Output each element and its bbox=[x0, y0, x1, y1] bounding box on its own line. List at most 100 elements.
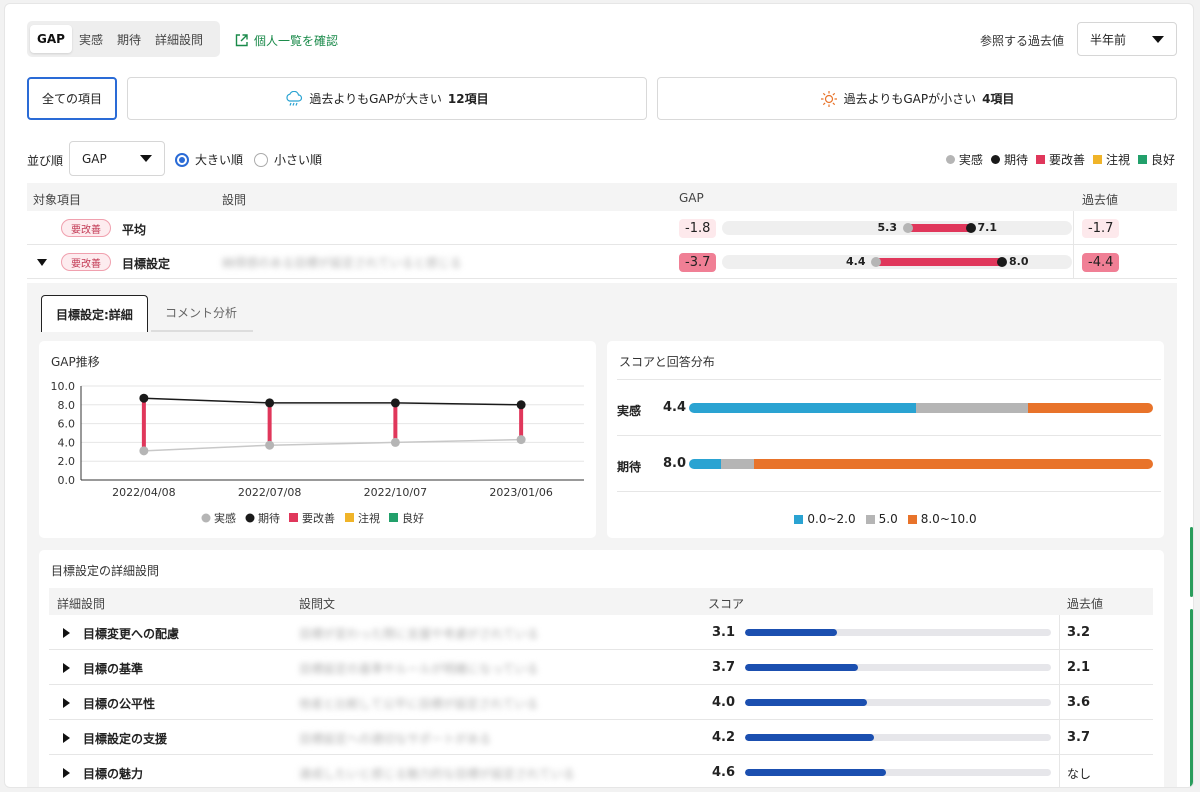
detail-past: なし bbox=[1067, 767, 1092, 781]
detail-row[interactable]: 目標の基準 目標設定の基準やルールが明確になっている 3.7 2.1 bbox=[49, 650, 1153, 685]
app-window: GAP 実感 期待 詳細設問 個人一覧を確認 参照する過去値 半年前 全ての項目… bbox=[4, 3, 1194, 788]
legend-label: 注視 bbox=[358, 511, 380, 525]
legend-marker bbox=[794, 514, 804, 524]
detail-table-header: 詳細設問 設問文 スコア 過去値 bbox=[49, 588, 1153, 615]
score-bar-fill bbox=[745, 769, 886, 776]
detail-label: 目標設定の支援 bbox=[83, 732, 168, 746]
collapse-icon[interactable] bbox=[37, 259, 47, 266]
expand-icon[interactable] bbox=[63, 733, 70, 743]
sort-select[interactable]: GAP bbox=[69, 141, 165, 176]
score-bar-fill bbox=[745, 734, 874, 741]
question-text: 目標設定の基準やルールが明確になっている bbox=[299, 662, 539, 676]
detail-label: 目標変更への配慮 bbox=[83, 627, 180, 641]
header-past: 過去値 bbox=[1082, 193, 1119, 207]
table-row-expanded[interactable]: 要改善 目標設定 納得感のある目標が設定されていると感じる -3.7 4.4 8.… bbox=[27, 245, 1177, 279]
detail-row[interactable]: 目標変更への配慮 目標が変わった際に支援や考慮がされている 3.1 3.2 bbox=[49, 615, 1153, 650]
filter-all-button[interactable]: 全ての項目 bbox=[27, 77, 117, 120]
legend-marker bbox=[1035, 155, 1045, 164]
detail-score: 3.1 bbox=[711, 625, 735, 640]
legend-marker bbox=[389, 513, 398, 522]
kitai-marker bbox=[965, 223, 976, 233]
expand-icon[interactable] bbox=[63, 628, 70, 638]
tab-jikkan[interactable]: 実感 bbox=[72, 25, 110, 53]
legend-label: 良好 bbox=[402, 511, 424, 525]
individual-list-label: 個人一覧を確認 bbox=[254, 34, 339, 48]
legend-item: 良好 bbox=[1137, 151, 1175, 168]
kitai-label: 7.1 bbox=[977, 221, 998, 234]
gap-trend-card: GAP推移 10.0 8.0 6.0 4.0 2.0 0.0 2022/04/08 2022/… bbox=[39, 341, 596, 538]
point-jikkan bbox=[516, 435, 526, 445]
legend-marker bbox=[201, 513, 211, 523]
filter-smaller-button[interactable]: 過去よりもGAPが小さい 4項目 bbox=[657, 77, 1177, 120]
x-tick-label: 2022/07/08 bbox=[238, 486, 301, 499]
question-text: 達成したいと感じる魅力的な目標が設定されている bbox=[299, 767, 575, 781]
expand-icon[interactable] bbox=[63, 698, 70, 708]
reference-value: 半年前 bbox=[1090, 32, 1127, 47]
detail-questions-title: 目標設定の詳細設問 bbox=[51, 564, 160, 578]
gap-value: -1.8 bbox=[679, 219, 717, 238]
point-jikkan bbox=[390, 437, 400, 447]
tab-details[interactable]: 詳細設問 bbox=[148, 25, 210, 53]
filter-larger-button[interactable]: 過去よりもGAPが大きい 12項目 bbox=[127, 77, 647, 120]
detail-row[interactable]: 目標の公平性 他者と比較して公平に目標が設定されている 4.0 3.6 bbox=[49, 685, 1153, 720]
score-bar-fill bbox=[745, 664, 859, 671]
header-question: 設問 bbox=[222, 193, 247, 207]
question-text: 目標が変わった際に支援や考慮がされている bbox=[299, 627, 539, 641]
tab-detail[interactable]: 目標設定:詳細 bbox=[41, 295, 148, 332]
y-tick-label: 4.0 bbox=[58, 436, 76, 449]
legend-marker bbox=[865, 514, 875, 524]
distribution-segment bbox=[689, 403, 917, 413]
detail-score: 4.0 bbox=[711, 695, 735, 710]
tab-kitai[interactable]: 期待 bbox=[110, 25, 148, 53]
score-bar bbox=[745, 664, 1051, 671]
y-tick-label: 8.0 bbox=[58, 399, 76, 412]
status-badge: 要改善 bbox=[61, 253, 111, 271]
table-row[interactable]: 要改善 平均 -1.8 5.3 7.1 -1.7 bbox=[27, 211, 1177, 245]
distribution-legend: 0.0~2.0 5.0 8.0~10.0 bbox=[607, 512, 1164, 526]
expand-icon[interactable] bbox=[63, 768, 70, 778]
scroll-edge bbox=[1190, 527, 1193, 597]
gap-trend-chart: 10.0 8.0 6.0 4.0 2.0 0.0 2022/04/08 2022/07/08 2… bbox=[51, 380, 584, 525]
legend-label: 5.0 bbox=[878, 512, 898, 526]
jikkan-marker bbox=[871, 257, 881, 267]
detail-panel: 目標設定:詳細 コメント分析 GAP推移 10.0 8.0 6.0 4.0 2.0 0.0… bbox=[27, 283, 1177, 787]
tab-gap[interactable]: GAP bbox=[30, 25, 72, 53]
legend-item: 要改善 bbox=[1035, 151, 1085, 168]
score-dist-title: スコアと回答分布 bbox=[619, 355, 715, 369]
detail-past: 3.7 bbox=[1067, 730, 1091, 745]
expand-icon[interactable] bbox=[63, 663, 70, 673]
radio-checked-icon bbox=[175, 152, 189, 167]
detail-past: 3.6 bbox=[1067, 695, 1091, 710]
legend-marker bbox=[1092, 155, 1102, 164]
legend-marker bbox=[245, 513, 255, 523]
jikkan-marker bbox=[902, 223, 913, 233]
question-text: 納得感のある目標が設定されていると感じる bbox=[222, 256, 462, 270]
legend-marker bbox=[1137, 155, 1147, 164]
legend-marker bbox=[945, 155, 955, 164]
tab-comment-analysis[interactable]: コメント分析 bbox=[151, 295, 252, 332]
sort-desc-radio[interactable]: 大きい順 bbox=[175, 151, 243, 168]
legend-marker bbox=[990, 155, 1000, 164]
distribution-segment bbox=[689, 459, 722, 469]
distribution-segment bbox=[721, 459, 754, 469]
individual-list-link[interactable]: 個人一覧を確認 bbox=[235, 32, 338, 49]
filter-smaller-label: 過去よりもGAPが小さい bbox=[843, 92, 977, 106]
column-divider bbox=[1059, 615, 1060, 649]
filter-all-label: 全ての項目 bbox=[41, 92, 102, 106]
column-divider bbox=[1059, 720, 1060, 754]
detail-row[interactable]: 目標の魅力 達成したいと感じる魅力的な目標が設定されている 4.6 なし bbox=[49, 755, 1153, 787]
view-tabs: GAP 実感 期待 詳細設問 bbox=[27, 21, 220, 57]
legend-item: 8.0~10.0 bbox=[907, 512, 977, 526]
reference-select[interactable]: 半年前 bbox=[1077, 22, 1177, 56]
point-kitai bbox=[390, 398, 400, 408]
legend-label: 8.0~10.0 bbox=[920, 512, 977, 526]
sort-asc-radio[interactable]: 小さい順 bbox=[254, 151, 322, 168]
score-row-jikkan: 実感 4.4 bbox=[617, 399, 1157, 419]
question-text: 他者と比較して公平に目標が設定されている bbox=[299, 697, 539, 711]
detail-label: 目標の基準 bbox=[83, 662, 144, 676]
column-divider bbox=[1059, 650, 1060, 684]
detail-row[interactable]: 目標設定の支援 目標設定への適切なサポートがある 4.2 3.7 bbox=[49, 720, 1153, 755]
score-bar-fill bbox=[745, 699, 868, 706]
y-tick-label: 2.0 bbox=[58, 455, 76, 468]
header-question-text: 設問文 bbox=[299, 597, 336, 611]
